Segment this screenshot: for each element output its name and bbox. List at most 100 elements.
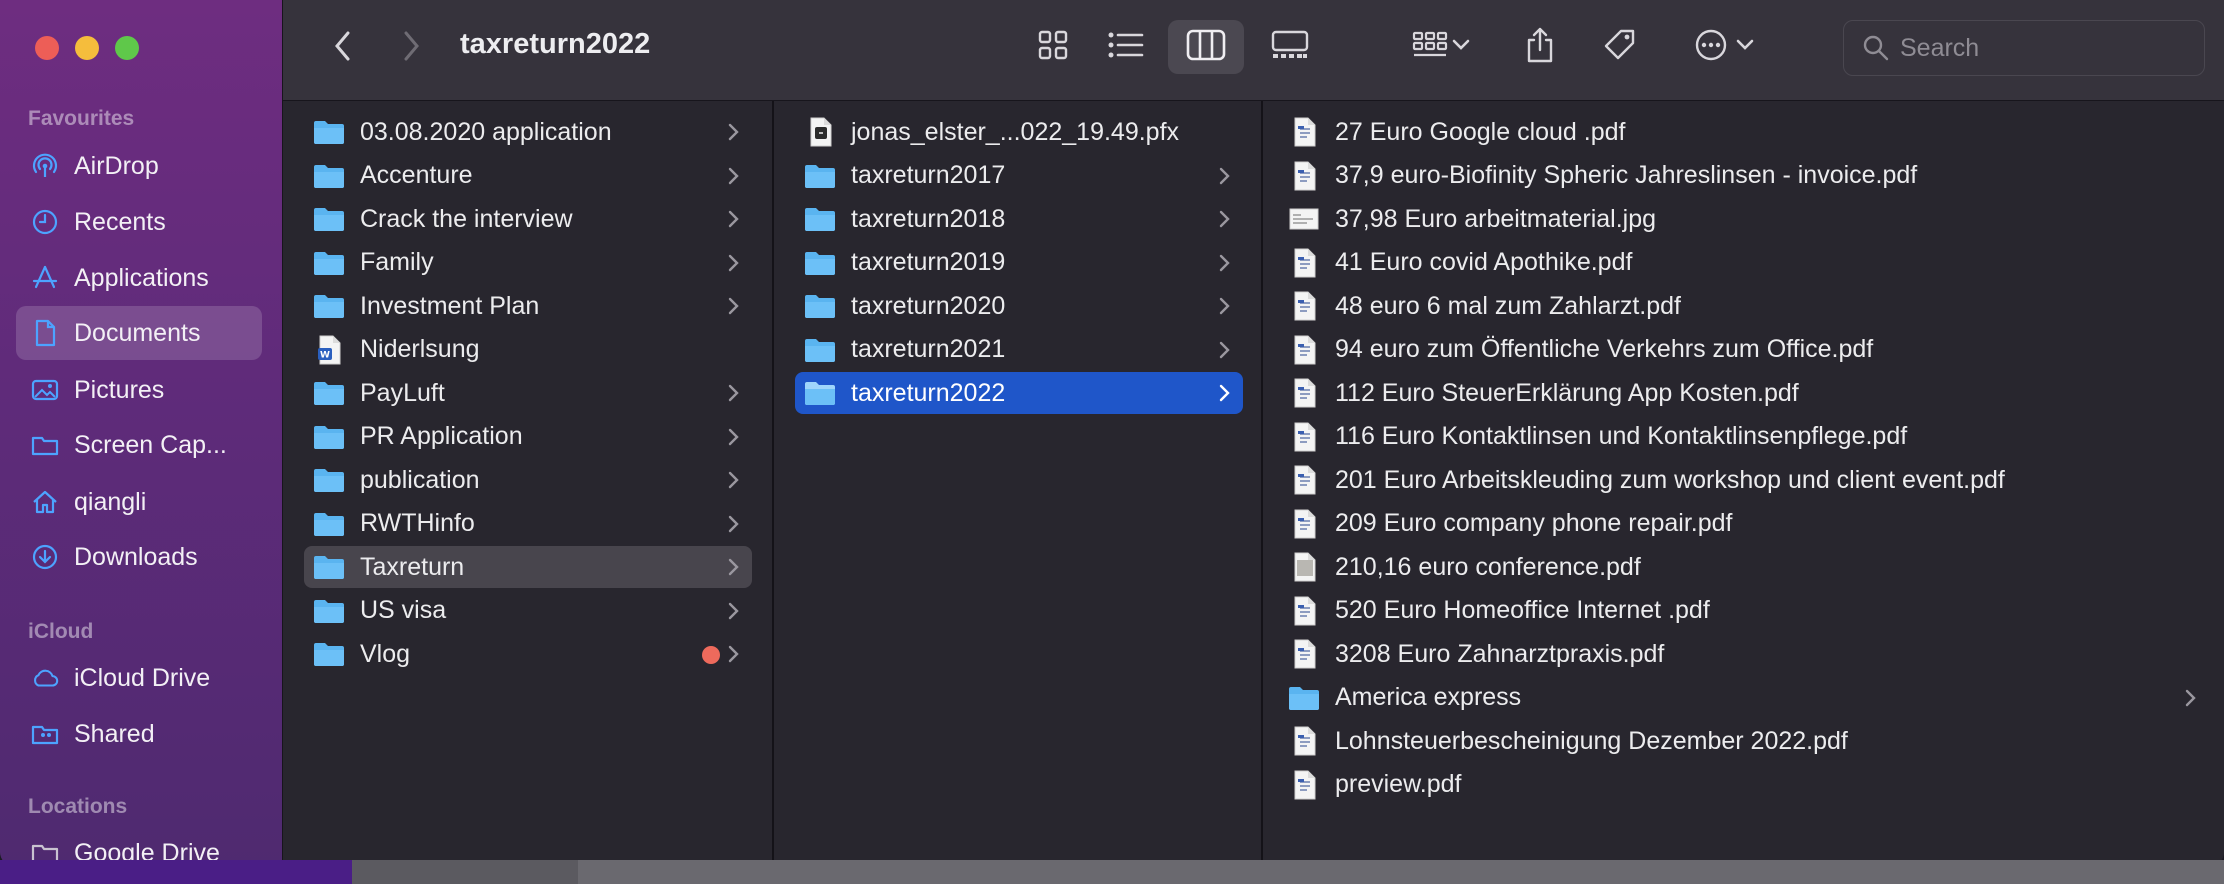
folder-item-publication[interactable]: publication (304, 459, 752, 501)
item-name: Investment Plan (360, 291, 540, 320)
file-item-37-98-euro-arbeitmaterial-jpg[interactable]: 37,98 Euro arbeitmaterial.jpg (1279, 198, 2209, 240)
file-item-preview-pdf[interactable]: preview.pdf (1279, 764, 2209, 806)
item-name: 116 Euro Kontaktlinsen und Kontaktlinsen… (1335, 422, 1908, 450)
pdf-file-icon (1288, 161, 1320, 191)
folder-item-payluft[interactable]: PayLuft (304, 372, 752, 414)
file-item-jonas-elster-022-19-49-pfx[interactable]: jonas_elster_...022_19.49.pfx (795, 111, 1243, 153)
sidebar-section-favourites: Favourites (28, 107, 135, 130)
folder-item-accenture[interactable]: Accenture (304, 155, 752, 197)
item-name: taxreturn2021 (851, 335, 1006, 363)
finder-window: Favourites AirDrop Recents Applications … (0, 0, 2224, 866)
sidebar-item-applications[interactable]: Applications (16, 251, 262, 305)
word-document-icon: W (313, 335, 345, 365)
file-item-niderlsung[interactable]: W Niderlsung (304, 329, 752, 371)
sidebar-item-pictures[interactable]: Pictures (16, 363, 262, 417)
file-item-116-euro-kontaktlinsen-und-kontaktlinsenpflege-pdf[interactable]: 116 Euro Kontaktlinsen und Kontaktlinsen… (1279, 416, 2209, 458)
file-item-lohnsteuerbescheinigung-dezember-2022-pdf[interactable]: Lohnsteuerbescheinigung Dezember 2022.pd… (1279, 720, 2209, 762)
search-field[interactable]: Search (1843, 20, 2205, 76)
file-item-41-euro-covid-apothike-pdf[interactable]: 41 Euro covid Apothike.pdf (1279, 242, 2209, 284)
image-file-icon (1288, 204, 1320, 234)
grid-icon (1037, 29, 1069, 66)
pdf-file-icon (1288, 335, 1320, 365)
pdf-file-icon (1288, 291, 1320, 321)
folder-item-vlog[interactable]: Vlog (304, 633, 752, 675)
folder-icon (313, 378, 345, 408)
pdf-file-icon (1288, 422, 1320, 452)
folder-icon (804, 161, 836, 191)
chevron-right-icon (726, 165, 740, 187)
minimize-window-button[interactable] (75, 36, 99, 60)
column-view-button[interactable] (1168, 20, 1244, 74)
chevron-right-icon (726, 643, 740, 665)
folder-item-taxreturn2022[interactable]: taxreturn2022 (795, 372, 1243, 414)
sidebar-item-recents[interactable]: Recents (16, 195, 262, 249)
file-item-94-euro-zum-ffentliche-verkehrs-zum-office-pdf[interactable]: 94 euro zum Öffentliche Verkehrs zum Off… (1279, 329, 2209, 371)
folder-item-taxreturn2020[interactable]: taxreturn2020 (795, 285, 1243, 327)
sidebar-item-shared[interactable]: Shared (16, 707, 262, 761)
sidebar-section-locations: Locations (28, 795, 128, 818)
item-name: 3208 Euro Zahnarztpraxis.pdf (1335, 639, 1665, 668)
folder-item-taxreturn[interactable]: Taxreturn (304, 546, 752, 588)
folder-item-taxreturn2018[interactable]: taxreturn2018 (795, 198, 1243, 240)
chevron-right-icon (726, 382, 740, 404)
folder-item-investment-plan[interactable]: Investment Plan (304, 285, 752, 327)
back-button[interactable] (323, 26, 363, 70)
column-taxreturn2022[interactable]: 27 Euro Google cloud .pdf 37,9 euro-Biofi… (1263, 101, 2224, 866)
column-taxreturn[interactable]: jonas_elster_...022_19.49.pfx taxreturn20… (774, 101, 1263, 866)
sidebar-item-screen-captures[interactable]: Screen Cap... (16, 418, 262, 472)
file-item-48-euro-6-mal-zum-zahlarzt-pdf[interactable]: 48 euro 6 mal zum Zahlarzt.pdf (1279, 285, 2209, 327)
folder-item-03-08-2020-application[interactable]: 03.08.2020 application (304, 111, 752, 153)
more-icon (1694, 28, 1728, 67)
forward-button[interactable] (391, 26, 431, 70)
file-item-209-euro-company-phone-repair-pdf[interactable]: 209 Euro company phone repair.pdf (1279, 503, 2209, 545)
shared-folder-icon (30, 719, 60, 749)
folder-item-us-visa[interactable]: US visa (304, 590, 752, 632)
action-menu-button[interactable] (1681, 20, 1767, 74)
folder-item-rwthinfo[interactable]: RWTHinfo (304, 503, 752, 545)
file-item-112-euro-steuererkl-rung-app-kosten-pdf[interactable]: 112 Euro SteuerErklärung App Kosten.pdf (1279, 372, 2209, 414)
tags-button[interactable] (1593, 20, 1647, 74)
icon-view-button[interactable] (1025, 22, 1081, 72)
file-item-3208-euro-zahnarztpraxis-pdf[interactable]: 3208 Euro Zahnarztpraxis.pdf (1279, 633, 2209, 675)
sidebar-section-icloud: iCloud (28, 620, 94, 643)
folder-item-pr-application[interactable]: PR Application (304, 416, 752, 458)
search-placeholder: Search (1900, 33, 1980, 62)
photo-icon (30, 375, 60, 405)
list-view-button[interactable] (1098, 22, 1154, 72)
sidebar-item-downloads[interactable]: Downloads (16, 530, 262, 584)
item-name: PayLuft (360, 378, 445, 407)
folder-item-crack-the-interview[interactable]: Crack the interview (304, 198, 752, 240)
zoom-window-button[interactable] (115, 36, 139, 60)
group-grid-icon (1412, 29, 1452, 66)
column-documents[interactable]: 03.08.2020 application Accenture Crack the… (283, 101, 774, 866)
item-name: 112 Euro SteuerErklärung App Kosten.pdf (1335, 378, 1799, 407)
group-by-button[interactable] (1401, 22, 1481, 72)
file-item-520-euro-homeoffice-internet-pdf[interactable]: 520 Euro Homeoffice Internet .pdf (1279, 590, 2209, 632)
gallery-view-button[interactable] (1259, 22, 1321, 72)
chevron-right-icon (726, 208, 740, 230)
folder-item-family[interactable]: Family (304, 242, 752, 284)
chevron-right-icon (1217, 252, 1231, 274)
item-name: jonas_elster_...022_19.49.pfx (851, 117, 1180, 146)
svg-text:W: W (320, 350, 330, 360)
sidebar-item-icloud-drive[interactable]: iCloud Drive (16, 651, 262, 705)
close-window-button[interactable] (35, 36, 59, 60)
sidebar-item-documents[interactable]: Documents (16, 306, 262, 360)
share-button[interactable] (1515, 20, 1565, 74)
item-name: America express (1335, 683, 1522, 711)
file-item-37-9-euro-biofinity-spheric-jahreslinsen-invoice-pdf[interactable]: 37,9 euro-Biofinity Spheric Jahreslinsen… (1279, 155, 2209, 197)
airdrop-icon (30, 151, 60, 181)
folder-item-taxreturn2019[interactable]: taxreturn2019 (795, 242, 1243, 284)
folder-icon (313, 465, 345, 495)
folder-item-america-express[interactable]: America express (1279, 677, 2209, 719)
file-item-201-euro-arbeitskleuding-zum-workshop-und-client-event-pdf[interactable]: 201 Euro Arbeitskleuding zum workshop un… (1279, 459, 2209, 501)
file-item-210-16-euro-conference-pdf[interactable]: 210,16 euro conference.pdf (1279, 546, 2209, 588)
folder-item-taxreturn2021[interactable]: taxreturn2021 (795, 329, 1243, 371)
sidebar: Favourites AirDrop Recents Applications … (0, 0, 283, 866)
file-item-27-euro-google-cloud-pdf[interactable]: 27 Euro Google cloud .pdf (1279, 111, 2209, 153)
chevron-left-icon (333, 30, 353, 67)
sidebar-item-airdrop[interactable]: AirDrop (16, 139, 262, 193)
sidebar-item-qiangli[interactable]: qiangli (16, 475, 262, 529)
item-name: 37,98 Euro arbeitmaterial.jpg (1335, 204, 1657, 233)
folder-item-taxreturn2017[interactable]: taxreturn2017 (795, 155, 1243, 197)
